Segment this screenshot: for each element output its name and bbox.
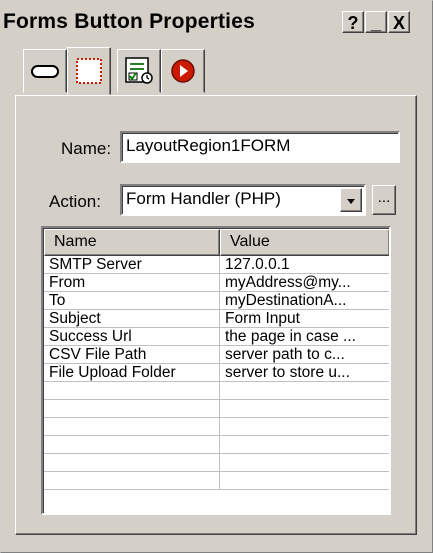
- table-row[interactable]: From myAddress@my...: [44, 274, 389, 292]
- property-value-cell[interactable]: Form Input: [220, 310, 389, 327]
- property-name-cell[interactable]: [44, 436, 220, 453]
- property-name-cell[interactable]: [44, 418, 220, 435]
- button-shape-icon: [31, 65, 59, 78]
- properties-grid[interactable]: Name Value SMTP Server 127.0.0.1 From myAdd…: [41, 226, 391, 515]
- property-value-cell[interactable]: [220, 454, 389, 471]
- table-row[interactable]: [44, 400, 389, 418]
- property-name-cell[interactable]: [44, 454, 220, 471]
- form-region-icon: [76, 58, 102, 84]
- table-row[interactable]: SMTP Server 127.0.0.1: [44, 256, 389, 274]
- property-value-cell[interactable]: [220, 418, 389, 435]
- property-name-cell[interactable]: [44, 400, 220, 417]
- property-name-cell[interactable]: SMTP Server: [44, 256, 220, 273]
- table-row[interactable]: To myDestinationA...: [44, 292, 389, 310]
- property-name-cell[interactable]: [44, 472, 220, 489]
- action-select[interactable]: Form Handler (PHP): [120, 184, 366, 216]
- name-label: Name:: [61, 139, 112, 158]
- table-row[interactable]: Success Url the page in case ...: [44, 328, 389, 346]
- action-browse-button[interactable]: ...: [372, 185, 396, 215]
- column-header-value[interactable]: Value: [220, 229, 389, 256]
- table-row[interactable]: [44, 436, 389, 454]
- property-value-cell[interactable]: [220, 436, 389, 453]
- table-row[interactable]: [44, 472, 389, 490]
- table-row[interactable]: [44, 382, 389, 400]
- property-value-cell[interactable]: the page in case ...: [220, 328, 389, 345]
- property-value-cell[interactable]: 127.0.0.1: [220, 256, 389, 273]
- tab-form-checklist[interactable]: [117, 49, 161, 93]
- property-value-cell[interactable]: [220, 382, 389, 399]
- property-name-cell[interactable]: CSV File Path: [44, 346, 220, 363]
- property-value-cell[interactable]: [220, 400, 389, 417]
- window-title: Forms Button Properties: [3, 10, 255, 33]
- grid-header: Name Value: [44, 229, 389, 256]
- table-row[interactable]: [44, 418, 389, 436]
- close-button[interactable]: X: [388, 11, 410, 33]
- property-name-cell[interactable]: Subject: [44, 310, 220, 327]
- action-dropdown-button[interactable]: [340, 188, 362, 212]
- property-name-cell[interactable]: To: [44, 292, 220, 309]
- form-checklist-icon: [125, 57, 153, 84]
- property-name-cell[interactable]: File Upload Folder: [44, 364, 220, 381]
- property-name-cell[interactable]: [44, 382, 220, 399]
- table-row[interactable]: [44, 454, 389, 472]
- minimize-button[interactable]: _: [365, 11, 387, 33]
- table-row[interactable]: File Upload Folder server to store u...: [44, 364, 389, 382]
- help-button[interactable]: ?: [342, 11, 364, 33]
- forms-button-properties-window: Forms Button Properties ? _ X Name: Layo…: [0, 0, 433, 553]
- property-value-cell[interactable]: myAddress@my...: [220, 274, 389, 291]
- table-row[interactable]: Subject Form Input: [44, 310, 389, 328]
- tab-button-shape[interactable]: [23, 49, 67, 93]
- action-select-value: Form Handler (PHP): [126, 189, 281, 208]
- action-label: Action:: [49, 192, 101, 211]
- name-input[interactable]: LayoutRegion1FORM: [120, 131, 400, 163]
- grid-body: SMTP Server 127.0.0.1 From myAddress@my... T…: [44, 256, 389, 490]
- record-action-icon: [171, 59, 195, 83]
- property-value-cell[interactable]: server path to c...: [220, 346, 389, 363]
- column-header-name[interactable]: Name: [44, 229, 220, 256]
- tab-record-action[interactable]: [161, 49, 205, 93]
- property-name-cell[interactable]: Success Url: [44, 328, 220, 345]
- property-name-cell[interactable]: From: [44, 274, 220, 291]
- title-bar[interactable]: Forms Button Properties ? _ X: [1, 1, 432, 45]
- table-row[interactable]: CSV File Path server path to c...: [44, 346, 389, 364]
- chevron-down-icon: [347, 199, 355, 204]
- property-value-cell[interactable]: [220, 472, 389, 489]
- property-value-cell[interactable]: server to store u...: [220, 364, 389, 381]
- property-value-cell[interactable]: myDestinationA...: [220, 292, 389, 309]
- tab-form-region[interactable]: [67, 47, 111, 95]
